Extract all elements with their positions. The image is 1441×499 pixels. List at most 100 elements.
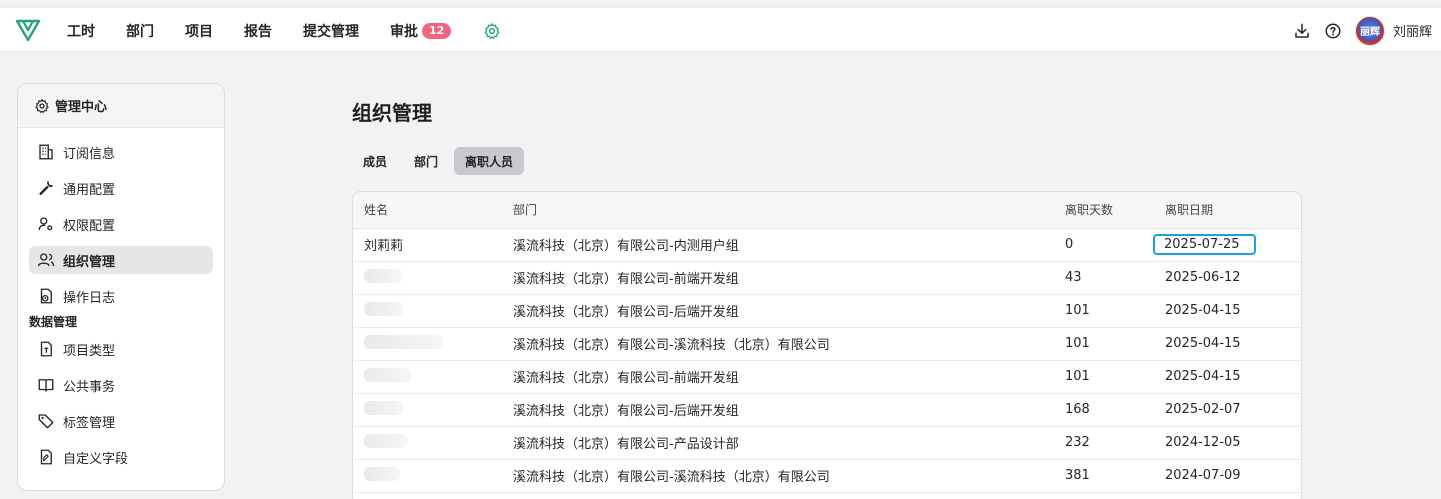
table-row[interactable]: 溪流科技（北京）有限公司-产品设计部 232 2024-12-05 <box>353 426 1301 460</box>
column-header-department[interactable]: 部门 <box>503 192 1055 229</box>
wrench-icon <box>39 181 53 196</box>
nav-item-approval[interactable]: 审批 12 <box>390 21 452 41</box>
cell-department: 溪流科技（北京）有限公司-前端开发组 <box>503 360 1055 394</box>
nav-item-timesheet[interactable]: 工时 <box>67 21 95 41</box>
highlighted-date[interactable]: 2025-07-25 <box>1153 234 1256 255</box>
logo-icon[interactable] <box>15 17 41 43</box>
cell-name-redacted <box>353 393 503 427</box>
cell-name-redacted <box>353 426 503 460</box>
users-icon <box>37 253 55 267</box>
settings-gear-icon[interactable] <box>483 22 501 40</box>
cell-department: 溪流科技（北京）有限公司-后端开发组 <box>503 294 1055 328</box>
cell-date: 2025-07-25 <box>1153 228 1301 262</box>
sidebar-item-label: 操作日志 <box>63 290 116 306</box>
help-icon[interactable] <box>1324 22 1342 40</box>
sidebar-item-label: 通用配置 <box>63 182 116 198</box>
sidebar-item-public-affairs[interactable]: 公共事务 <box>29 371 213 399</box>
sidebar-item-label: 项目类型 <box>63 343 116 359</box>
column-header-days[interactable]: 离职天数 <box>1055 192 1155 229</box>
table-row[interactable]: 溪流科技（北京）有限公司-前端开发组 101 2025-04-15 <box>353 360 1301 394</box>
table-row[interactable]: 溪流科技（北京）有限公司-后端开发组 168 2025-02-07 <box>353 393 1301 427</box>
redacted-name <box>364 301 404 316</box>
sidebar-item-general-config[interactable]: 通用配置 <box>29 174 213 202</box>
gear-icon <box>35 98 49 113</box>
cell-department: 溪流科技（北京）有限公司-溪流科技（北京）有限公司 <box>503 459 1055 493</box>
column-header-date[interactable]: 离职日期 <box>1155 192 1301 229</box>
log-icon <box>40 288 52 304</box>
sidebar-item-permissions[interactable]: 权限配置 <box>29 210 213 238</box>
redacted-name <box>364 400 404 415</box>
cell-days: 381 <box>1055 459 1155 493</box>
org-tabs: 成员 部门 离职人员 <box>352 147 529 175</box>
custom-field-icon <box>40 449 52 465</box>
sidebar-item-label: 组织管理 <box>63 254 116 270</box>
cell-name-redacted <box>353 261 503 295</box>
nav-item-submission[interactable]: 提交管理 <box>303 21 359 41</box>
sidebar-item-label: 权限配置 <box>63 218 116 234</box>
sidebar-section-data-management: 数据管理 <box>29 315 78 329</box>
cell-name-redacted <box>353 294 503 328</box>
nav-item-department[interactable]: 部门 <box>126 21 154 41</box>
sidebar-title: 管理中心 <box>55 100 108 115</box>
avatar-text: 丽辉 <box>1359 27 1380 38</box>
redacted-name <box>364 466 400 481</box>
book-icon <box>38 379 54 392</box>
cell-date: 2025-04-15 <box>1155 327 1301 361</box>
cell-department: 溪流科技（北京）有限公司-前端开发组 <box>503 261 1055 295</box>
cell-name-redacted <box>353 327 503 361</box>
cell-days: 101 <box>1055 327 1155 361</box>
table-row[interactable]: 溪流科技（北京）有限公司-前端开发组 43 2025-06-12 <box>353 261 1301 295</box>
top-navbar: 工时 部门 项目 报告 提交管理 审批 12 丽辉 刘丽辉 <box>0 7 1441 52</box>
column-header-name[interactable]: 姓名 <box>353 192 503 229</box>
cell-days: 168 <box>1055 393 1155 427</box>
cell-days: 232 <box>1055 426 1155 460</box>
download-icon[interactable] <box>1293 22 1311 40</box>
redacted-name <box>364 433 408 448</box>
admin-sidebar: 管理中心 订阅信息 通用配置 权限配置 组织管理 操作日志 数据管理 项目类型 <box>17 83 225 491</box>
cell-date: 2024-07-09 <box>1155 459 1301 493</box>
tab-departments[interactable]: 部门 <box>403 147 449 175</box>
cell-date: 2025-02-07 <box>1155 393 1301 427</box>
cell-days: 0 <box>1055 228 1155 262</box>
sidebar-item-tag-management[interactable]: 标签管理 <box>29 407 213 435</box>
cell-department: 溪流科技（北京）有限公司-后端开发组 <box>503 393 1055 427</box>
sidebar-header: 管理中心 <box>18 84 224 128</box>
cell-name: 刘莉莉 <box>353 228 503 262</box>
username[interactable]: 刘丽辉 <box>1393 21 1432 40</box>
main-nav: 工时 部门 项目 报告 提交管理 审批 12 <box>67 8 501 53</box>
redacted-name <box>364 334 444 349</box>
cell-date: 2024-12-05 <box>1155 426 1301 460</box>
sidebar-item-label: 自定义字段 <box>63 451 129 467</box>
cell-name-redacted <box>353 360 503 394</box>
tab-departed[interactable]: 离职人员 <box>454 147 525 175</box>
cell-date: 2025-06-12 <box>1155 261 1301 295</box>
table-row[interactable]: 溪流科技（北京）有限公司-后端开发组 101 2025-04-15 <box>353 294 1301 328</box>
cell-date: 2025-04-15 <box>1155 360 1301 394</box>
tab-members[interactable]: 成员 <box>352 147 398 175</box>
top-right-actions: 丽辉 刘丽辉 <box>1293 8 1432 53</box>
sidebar-item-label: 标签管理 <box>63 415 116 431</box>
sidebar-item-operation-log[interactable]: 操作日志 <box>29 282 213 310</box>
nav-item-report[interactable]: 报告 <box>244 21 272 41</box>
sidebar-item-project-type[interactable]: 项目类型 <box>29 335 213 363</box>
sidebar-item-organization[interactable]: 组织管理 <box>29 246 213 274</box>
redacted-name <box>364 268 402 283</box>
cell-department: 溪流科技（北京）有限公司-内测用户组 <box>503 228 1055 262</box>
avatar[interactable]: 丽辉 <box>1354 15 1385 46</box>
cell-days: 101 <box>1055 294 1155 328</box>
approval-count-badge: 12 <box>422 22 452 39</box>
cell-department: 溪流科技（北京）有限公司-产品设计部 <box>503 426 1055 460</box>
sidebar-item-custom-fields[interactable]: 自定义字段 <box>29 443 213 471</box>
user-key-icon <box>38 217 53 231</box>
table-row[interactable]: 溪流科技（北京）有限公司-溪流科技（北京）有限公司 101 2025-04-15 <box>353 327 1301 361</box>
table-row[interactable]: 溪流科技（北京）有限公司-溪流科技（北京）有限公司 381 2024-07-09 <box>353 459 1301 493</box>
sidebar-item-subscription[interactable]: 订阅信息 <box>29 138 213 166</box>
cell-days: 101 <box>1055 360 1155 394</box>
cell-name-redacted <box>353 459 503 493</box>
redacted-name <box>364 367 412 382</box>
cell-date: 2025-04-15 <box>1155 294 1301 328</box>
sidebar-item-label: 订阅信息 <box>63 146 116 162</box>
table-row[interactable]: 刘莉莉 溪流科技（北京）有限公司-内测用户组 0 2025-07-25 <box>353 228 1301 262</box>
page-title: 组织管理 <box>352 101 432 125</box>
nav-item-project[interactable]: 项目 <box>185 21 213 41</box>
